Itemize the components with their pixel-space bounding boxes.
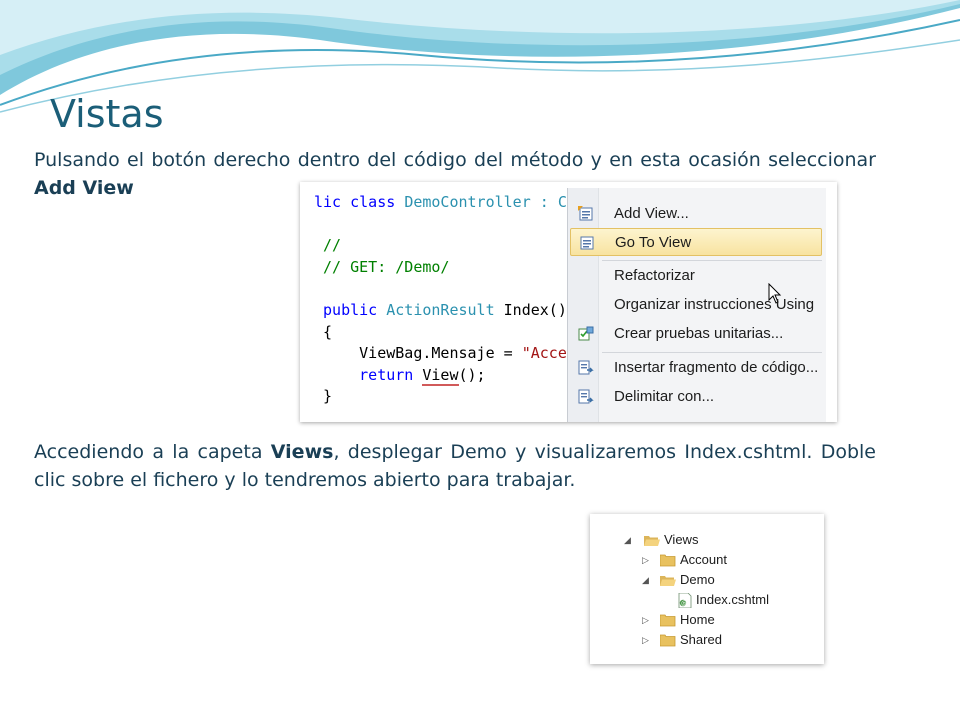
code-line-1-keyword: lic class xyxy=(314,193,405,211)
code-line-3-comment: // xyxy=(323,236,342,255)
menu-separator xyxy=(602,352,822,353)
folder-open-icon xyxy=(644,536,660,546)
paragraph-2-bold: Views xyxy=(270,441,334,463)
context-menu: Add View... Go To View Refactorizar Orga… xyxy=(567,188,826,422)
code-line-8-string: "Acce xyxy=(521,344,567,363)
menu-item-label: Organizar instrucciones Using xyxy=(614,296,815,313)
menu-item-label: Crear pruebas unitarias... xyxy=(614,325,784,342)
tree-item-label: Views xyxy=(664,532,699,547)
cshtml-file-icon: @ xyxy=(678,593,692,608)
code-line-7: { xyxy=(323,322,333,341)
menu-item-crear-pruebas[interactable]: Crear pruebas unitarias... xyxy=(570,320,822,348)
collapse-arrow-icon[interactable]: ◢ xyxy=(624,536,634,546)
menu-item-label: Add View... xyxy=(614,205,689,222)
menu-item-label: Refactorizar xyxy=(614,267,695,284)
code-editor-screenshot: lic class DemoController : C // // GET: … xyxy=(300,182,837,422)
slide-title: Vistas xyxy=(50,92,164,136)
go-to-view-icon xyxy=(580,236,594,250)
menu-item-add-view[interactable]: Add View... xyxy=(570,200,822,228)
code-line-10: } xyxy=(323,387,333,406)
code-line-8-pre: ViewBag.Mensaje = xyxy=(323,344,522,363)
folder-icon xyxy=(660,554,676,567)
code-line-9-rest: (); xyxy=(458,365,486,384)
folder-icon xyxy=(660,634,676,647)
menu-item-icon xyxy=(578,420,594,422)
code-line-4-comment: // GET: /Demo/ xyxy=(323,257,450,276)
expand-arrow-icon[interactable]: ▷ xyxy=(642,636,652,646)
paragraph-1-text: Pulsando el botón derecho dentro del cód… xyxy=(34,149,876,171)
tree-item-label: Home xyxy=(680,612,715,627)
menu-separator xyxy=(602,260,822,261)
tree-item-label: Demo xyxy=(680,572,715,587)
code-line-1-rest: : C xyxy=(530,193,567,211)
tree-item-label: Account xyxy=(680,552,727,567)
solution-explorer-screenshot: ◢ Views ▷ Account ◢ Demo @ Index.cshtml … xyxy=(590,514,824,664)
code-line-9-call: View xyxy=(422,365,459,386)
code-block: lic class DemoController : C // // GET: … xyxy=(314,192,567,408)
paragraph-instructions-2: Accediendo a la capeta Views, desplegar … xyxy=(34,438,876,494)
menu-item-partial-cutoff[interactable] xyxy=(570,414,822,422)
paragraph-1-bold: Add View xyxy=(34,177,134,199)
tree-item-label: Index.cshtml xyxy=(696,592,769,607)
svg-text:@: @ xyxy=(681,600,687,607)
menu-item-insertar-fragmento[interactable]: Insertar fragmento de código... xyxy=(570,354,822,382)
menu-item-label: Go To View xyxy=(615,234,692,251)
code-line-9-keyword: return xyxy=(323,365,423,384)
menu-item-organizar-using[interactable]: Organizar instrucciones Using xyxy=(570,291,822,319)
folder-icon xyxy=(660,614,676,627)
tree-item-label: Shared xyxy=(680,632,722,647)
collapse-arrow-icon[interactable]: ◢ xyxy=(642,576,652,586)
code-line-6-keyword: public xyxy=(323,300,387,319)
snippet-icon xyxy=(578,360,594,375)
code-line-1-type: DemoController xyxy=(404,193,531,211)
code-line-6-rest: Index() xyxy=(494,300,567,319)
menu-item-delimitar-con[interactable]: Delimitar con... xyxy=(570,383,822,411)
menu-item-label: Delimitar con... xyxy=(614,388,715,405)
folder-open-icon xyxy=(660,576,676,586)
menu-item-label: Insertar fragmento de código... xyxy=(614,359,819,376)
add-view-icon xyxy=(578,206,593,221)
code-line-6-type: ActionResult xyxy=(386,300,495,319)
menu-item-go-to-view[interactable]: Go To View xyxy=(570,228,822,304)
expand-arrow-icon[interactable]: ▷ xyxy=(642,616,652,626)
unit-test-icon xyxy=(578,326,594,341)
menu-item-refactorizar[interactable]: Refactorizar xyxy=(570,262,822,290)
surround-icon xyxy=(578,389,594,404)
paragraph-2-pre: Accediendo a la capeta xyxy=(34,441,271,463)
expand-arrow-icon[interactable]: ▷ xyxy=(642,556,652,566)
